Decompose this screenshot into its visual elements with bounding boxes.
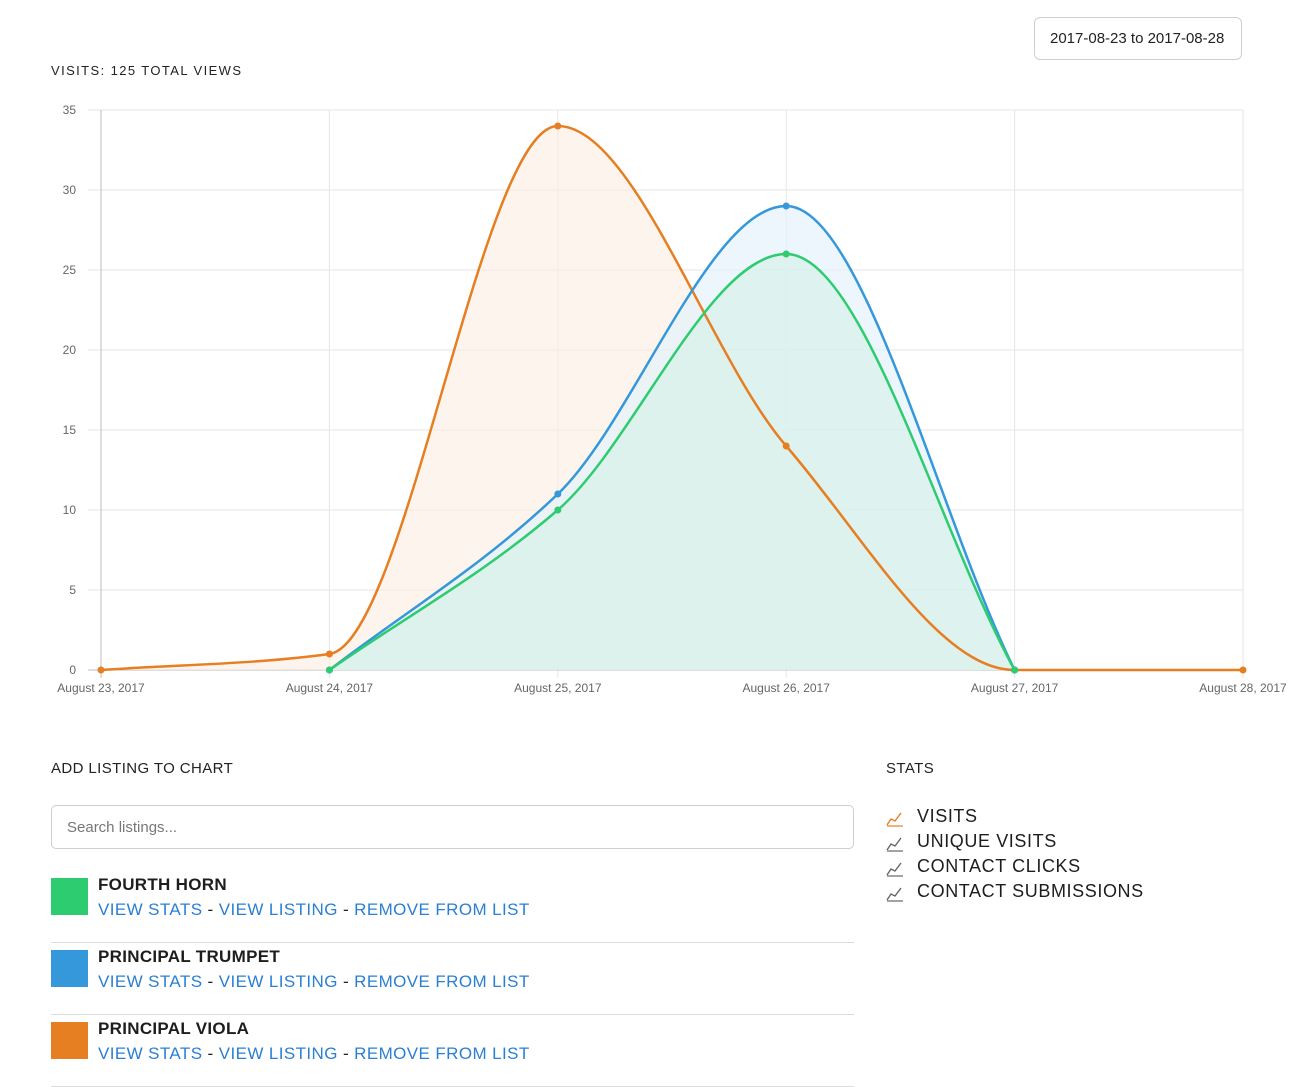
x-tick-label: August 23, 2017: [57, 681, 145, 695]
stat-label: CONTACT SUBMISSIONS: [917, 881, 1144, 901]
listing-actions: VIEW STATS - VIEW LISTING - REMOVE FROM …: [98, 972, 530, 992]
listing-name: PRINCIPAL TRUMPET: [98, 947, 281, 966]
y-tick-label: 5: [69, 583, 76, 597]
view-listing-link[interactable]: VIEW LISTING: [219, 1044, 338, 1063]
data-point: [782, 442, 790, 450]
data-point: [782, 250, 790, 258]
data-point: [325, 650, 333, 658]
data-point: [554, 506, 562, 514]
x-tick-label: August 26, 2017: [742, 681, 830, 695]
date-range-picker[interactable]: 2017-08-23 to 2017-08-28: [1034, 17, 1242, 60]
y-tick-label: 0: [69, 663, 76, 677]
y-tick-label: 30: [63, 183, 77, 197]
remove-from-list-link[interactable]: REMOVE FROM LIST: [354, 900, 529, 919]
search-listings-input[interactable]: [51, 805, 854, 849]
listing-item-principal-viola: PRINCIPAL VIOLA VIEW STATS - VIEW LISTIN…: [51, 1015, 854, 1087]
listing-item-fourth-horn: FOURTH HORN VIEW STATS - VIEW LISTING - …: [51, 871, 854, 943]
data-point: [554, 122, 562, 130]
stats-title: STATS: [886, 760, 935, 777]
stat-label: CONTACT CLICKS: [917, 856, 1081, 876]
listing-color-swatch: [51, 950, 88, 987]
y-tick-label: 35: [63, 103, 77, 117]
view-stats-link[interactable]: VIEW STATS: [98, 972, 202, 991]
link-separator: -: [337, 900, 355, 919]
data-point: [97, 666, 105, 674]
listing-actions: VIEW STATS - VIEW LISTING - REMOVE FROM …: [98, 900, 530, 920]
y-tick-label: 20: [63, 343, 77, 357]
line-chart-icon: [886, 837, 903, 852]
line-chart-icon: [886, 887, 903, 902]
visits-chart: 0 5 10 15 20 25 30 35 August 23, 2017 August 24, …: [57, 103, 1287, 695]
listing-item-principal-trumpet: PRINCIPAL TRUMPET VIEW STATS - VIEW LIST…: [51, 943, 854, 1015]
y-tick-label: 10: [63, 503, 77, 517]
data-point: [782, 202, 790, 210]
line-chart-icon: [886, 862, 903, 877]
chart-title: VISITS: 125 TOTAL VIEWS: [51, 63, 243, 78]
stat-label: UNIQUE VISITS: [917, 831, 1057, 851]
line-chart-icon: [886, 812, 903, 827]
listing-name: PRINCIPAL VIOLA: [98, 1019, 250, 1038]
data-point: [554, 490, 562, 498]
x-tick-label: August 25, 2017: [514, 681, 602, 695]
view-stats-link[interactable]: VIEW STATS: [98, 900, 202, 919]
add-listing-title: ADD LISTING TO CHART: [51, 760, 234, 777]
date-range-value: 2017-08-23 to 2017-08-28: [1050, 30, 1225, 47]
data-point: [325, 666, 333, 674]
remove-from-list-link[interactable]: REMOVE FROM LIST: [354, 1044, 529, 1063]
x-tick-label: August 24, 2017: [286, 681, 374, 695]
link-separator: -: [337, 972, 355, 991]
view-stats-link[interactable]: VIEW STATS: [98, 1044, 202, 1063]
data-point: [1011, 666, 1019, 674]
y-tick-label: 25: [63, 263, 77, 277]
x-tick-label: August 27, 2017: [971, 681, 1059, 695]
view-listing-link[interactable]: VIEW LISTING: [219, 900, 338, 919]
listing-actions: VIEW STATS - VIEW LISTING - REMOVE FROM …: [98, 1044, 530, 1064]
view-listing-link[interactable]: VIEW LISTING: [219, 972, 338, 991]
listing-color-swatch: [51, 1022, 88, 1059]
link-separator: -: [202, 972, 219, 991]
listing-color-swatch: [51, 878, 88, 915]
stat-label: VISITS: [917, 806, 978, 826]
link-separator: -: [202, 900, 219, 919]
y-tick-label: 15: [63, 423, 77, 437]
data-point: [1239, 666, 1247, 674]
listing-name: FOURTH HORN: [98, 875, 227, 894]
remove-from-list-link[interactable]: REMOVE FROM LIST: [354, 972, 529, 991]
link-separator: -: [202, 1044, 219, 1063]
link-separator: -: [337, 1044, 355, 1063]
x-tick-label: August 28, 2017: [1199, 681, 1287, 695]
